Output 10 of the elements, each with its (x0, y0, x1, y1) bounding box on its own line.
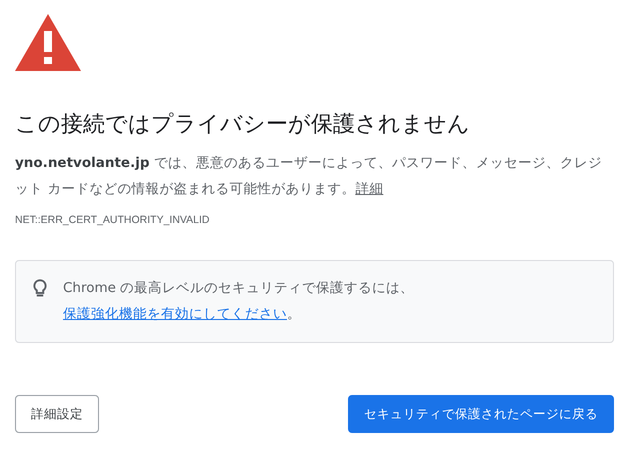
advanced-button[interactable]: 詳細設定 (15, 395, 99, 433)
error-code: NET::ERR_CERT_AUTHORITY_INVALID (15, 214, 210, 226)
tip-text: Chrome の最高レベルのセキュリティで保護するには、 保護強化機能を有効にしてください。 (63, 279, 416, 324)
details-link[interactable]: 詳細 (355, 181, 384, 197)
lightbulb-icon (33, 279, 47, 298)
page-heading: この接続ではプライバシーが保護されません (15, 111, 471, 139)
enhanced-protection-link[interactable]: 保護強化機能を有効にしてください (63, 306, 287, 322)
warning-description: yno.netvolante.jp では、悪意のあるユーザーによって、パスワード、メッセージ、クレジット カードなどの情報が盗まれる可能性があります。詳細 (15, 154, 603, 199)
back-to-safety-button[interactable]: セキュリティで保護されたページに戻る (348, 395, 614, 433)
warning-icon (15, 14, 81, 72)
